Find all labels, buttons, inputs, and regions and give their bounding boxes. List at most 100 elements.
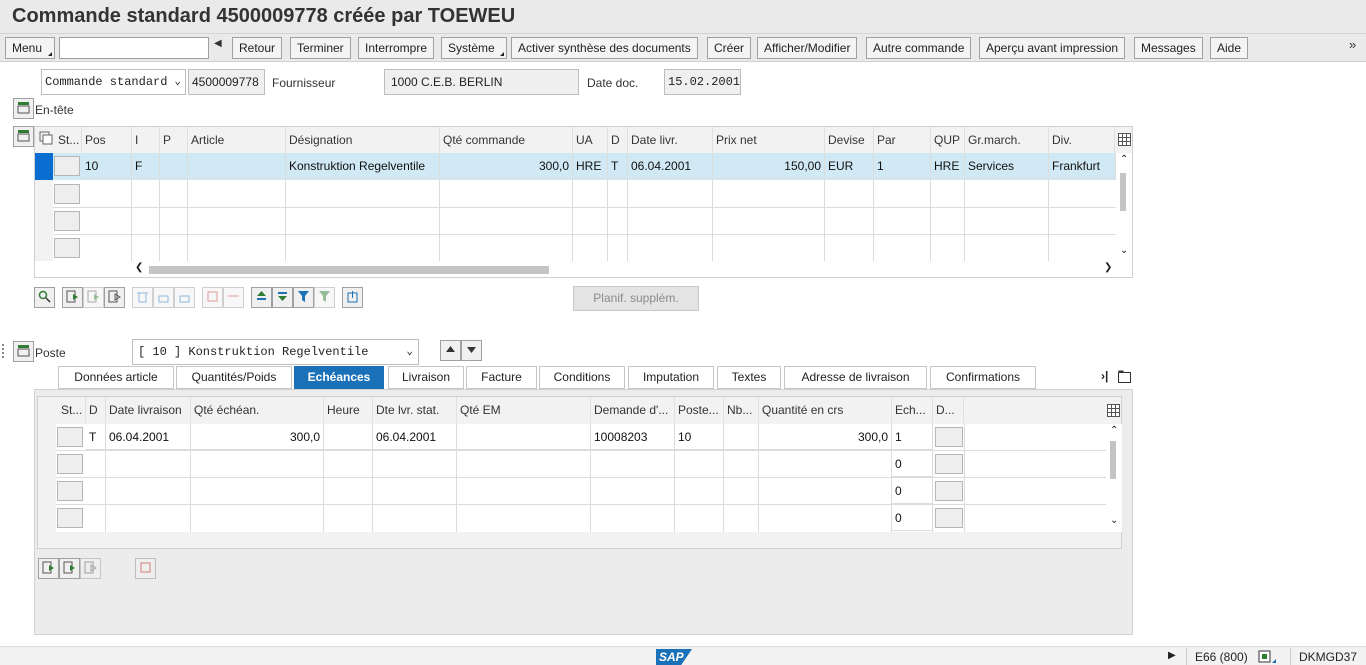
cell-qup[interactable]: HRE bbox=[931, 153, 965, 179]
afficher-modifier-button[interactable]: Afficher/Modifier bbox=[757, 37, 858, 59]
tab-textes[interactable]: Textes bbox=[717, 366, 781, 389]
sort-desc-button[interactable] bbox=[272, 287, 293, 308]
prev-item-button[interactable] bbox=[440, 340, 461, 361]
row-status-button[interactable] bbox=[54, 184, 80, 204]
autre-commande-button[interactable]: Autre commande bbox=[866, 37, 972, 59]
entete-toggle-button[interactable] bbox=[13, 98, 34, 119]
row-status-button[interactable] bbox=[54, 238, 80, 258]
cell-d[interactable]: T bbox=[86, 424, 106, 450]
sort-asc-button[interactable] bbox=[251, 287, 272, 308]
select-all-icon[interactable] bbox=[39, 131, 53, 145]
apercu-button[interactable]: Aperçu avant impression bbox=[979, 37, 1126, 59]
messages-button[interactable]: Messages bbox=[1134, 37, 1203, 59]
cell-designation[interactable]: Konstruktion Regelventile bbox=[286, 153, 440, 179]
tab-scroll-icon[interactable]: ›| bbox=[1101, 369, 1108, 383]
col-qup[interactable]: QUP bbox=[931, 127, 965, 153]
row-selector-active[interactable] bbox=[35, 153, 53, 180]
tab-adresse-livraison[interactable]: Adresse de livraison bbox=[784, 366, 927, 389]
col-i[interactable]: I bbox=[132, 127, 160, 153]
unlock-button[interactable] bbox=[174, 287, 195, 308]
cell-devise[interactable]: EUR bbox=[825, 153, 874, 179]
col-par[interactable]: Par bbox=[874, 127, 931, 153]
table-settings-icon[interactable] bbox=[1107, 404, 1120, 417]
cell-ech[interactable]: 0 bbox=[892, 505, 933, 531]
col-qte-em[interactable]: Qté EM bbox=[457, 397, 591, 423]
splitter-handle[interactable] bbox=[2, 344, 6, 358]
col-ech[interactable]: Ech... bbox=[892, 397, 933, 423]
tab-facture[interactable]: Facture bbox=[466, 366, 537, 389]
col-designation[interactable]: Désignation bbox=[286, 127, 440, 153]
col-d[interactable]: D bbox=[86, 397, 106, 423]
row-status-button[interactable] bbox=[57, 508, 83, 528]
supplier-field[interactable]: 1000 C.E.B. BERLIN bbox=[384, 69, 579, 95]
col-demande[interactable]: Demande d'... bbox=[591, 397, 675, 423]
cell-qte-crs[interactable]: 300,0 bbox=[759, 424, 892, 450]
cell-div[interactable]: Frankfurt bbox=[1049, 153, 1116, 179]
more-chevrons-icon[interactable]: » bbox=[1349, 37, 1356, 52]
scroll-right-icon[interactable]: ❯ bbox=[1104, 262, 1112, 273]
date-field[interactable]: 15.02.2001 bbox=[664, 69, 741, 95]
items-toggle-button[interactable] bbox=[13, 126, 34, 147]
filter-button[interactable] bbox=[293, 287, 314, 308]
add-schedule-button[interactable] bbox=[38, 558, 59, 579]
lock-button[interactable] bbox=[153, 287, 174, 308]
cell-poste[interactable]: 10 bbox=[675, 424, 724, 450]
row-status-button[interactable] bbox=[54, 156, 80, 176]
scroll-thumb[interactable] bbox=[1120, 173, 1126, 211]
cell-qty[interactable]: 300,0 bbox=[440, 153, 573, 179]
retour-button[interactable]: Retour bbox=[232, 37, 283, 59]
cell-nb[interactable] bbox=[724, 424, 759, 450]
doc-number-field[interactable]: 4500009778 bbox=[188, 69, 265, 95]
cell-d2-button[interactable] bbox=[935, 481, 963, 501]
cell-d2-button[interactable] bbox=[935, 427, 963, 447]
scroll-thumb-h[interactable] bbox=[149, 266, 549, 274]
menu-button[interactable]: Menu bbox=[5, 37, 55, 59]
tab-livraison[interactable]: Livraison bbox=[388, 366, 464, 389]
poste-select[interactable]: [ 10 ] Konstruktion Regelventile ⌄ bbox=[132, 339, 419, 365]
col-dte-lvr-stat[interactable]: Dte lvr. stat. bbox=[373, 397, 457, 423]
cell-qte-echean[interactable]: 300,0 bbox=[191, 424, 324, 450]
col-heure[interactable]: Heure bbox=[324, 397, 373, 423]
doc-type-select[interactable]: Commande standard ⌄ bbox=[41, 69, 186, 95]
tab-quantites-poids[interactable]: Quantités/Poids bbox=[176, 366, 292, 389]
system-info[interactable]: E66 (800) bbox=[1195, 650, 1248, 664]
cell-qte-em[interactable] bbox=[457, 424, 591, 450]
col-d[interactable]: D bbox=[608, 127, 628, 153]
cell-grmarch[interactable]: Services bbox=[965, 153, 1049, 179]
cell-date[interactable]: 06.04.2001 bbox=[628, 153, 713, 179]
cell-date-livraison[interactable]: 06.04.2001 bbox=[106, 424, 191, 450]
cell-dte-lvr-stat[interactable]: 06.04.2001 bbox=[373, 424, 457, 450]
tab-list-icon[interactable] bbox=[1118, 370, 1132, 383]
col-date-livraison[interactable]: Date livraison bbox=[106, 397, 191, 423]
next-item-button[interactable] bbox=[461, 340, 482, 361]
delete-schedule-button[interactable] bbox=[135, 558, 156, 579]
tab-imputation[interactable]: Imputation bbox=[628, 366, 714, 389]
col-article[interactable]: Article bbox=[188, 127, 286, 153]
session-icon[interactable] bbox=[1258, 650, 1276, 664]
command-field[interactable] bbox=[59, 37, 209, 59]
vertical-scrollbar[interactable]: ⌃ ⌄ bbox=[1106, 424, 1122, 532]
status-expand-icon[interactable]: ▶ bbox=[1168, 650, 1176, 661]
col-qte-crs[interactable]: Quantité en crs bbox=[759, 397, 892, 423]
col-d2[interactable]: D... bbox=[933, 397, 964, 423]
cell-article[interactable] bbox=[188, 153, 286, 179]
systeme-button[interactable]: Système bbox=[441, 37, 507, 59]
cell-ech[interactable]: 0 bbox=[892, 451, 933, 477]
vertical-scrollbar[interactable]: ⌃ ⌄ bbox=[1116, 153, 1132, 261]
col-st[interactable]: St... bbox=[58, 397, 86, 423]
add-row-button[interactable] bbox=[62, 287, 83, 308]
cell-d2-button[interactable] bbox=[935, 454, 963, 474]
cell-heure[interactable] bbox=[324, 424, 373, 450]
cell-demande[interactable]: 10008203 bbox=[591, 424, 675, 450]
col-poste[interactable]: Poste... bbox=[675, 397, 724, 423]
tab-conditions[interactable]: Conditions bbox=[539, 366, 625, 389]
row-status-button[interactable] bbox=[57, 454, 83, 474]
cell-i[interactable]: F bbox=[132, 153, 160, 179]
col-date[interactable]: Date livr. bbox=[628, 127, 713, 153]
scroll-left-icon[interactable]: ❮ bbox=[135, 262, 143, 273]
col-div[interactable]: Div. bbox=[1049, 127, 1115, 153]
row-status-button[interactable] bbox=[57, 427, 83, 447]
col-p[interactable]: P bbox=[160, 127, 188, 153]
cell-pos[interactable]: 10 bbox=[82, 153, 132, 179]
delete-button[interactable] bbox=[132, 287, 153, 308]
